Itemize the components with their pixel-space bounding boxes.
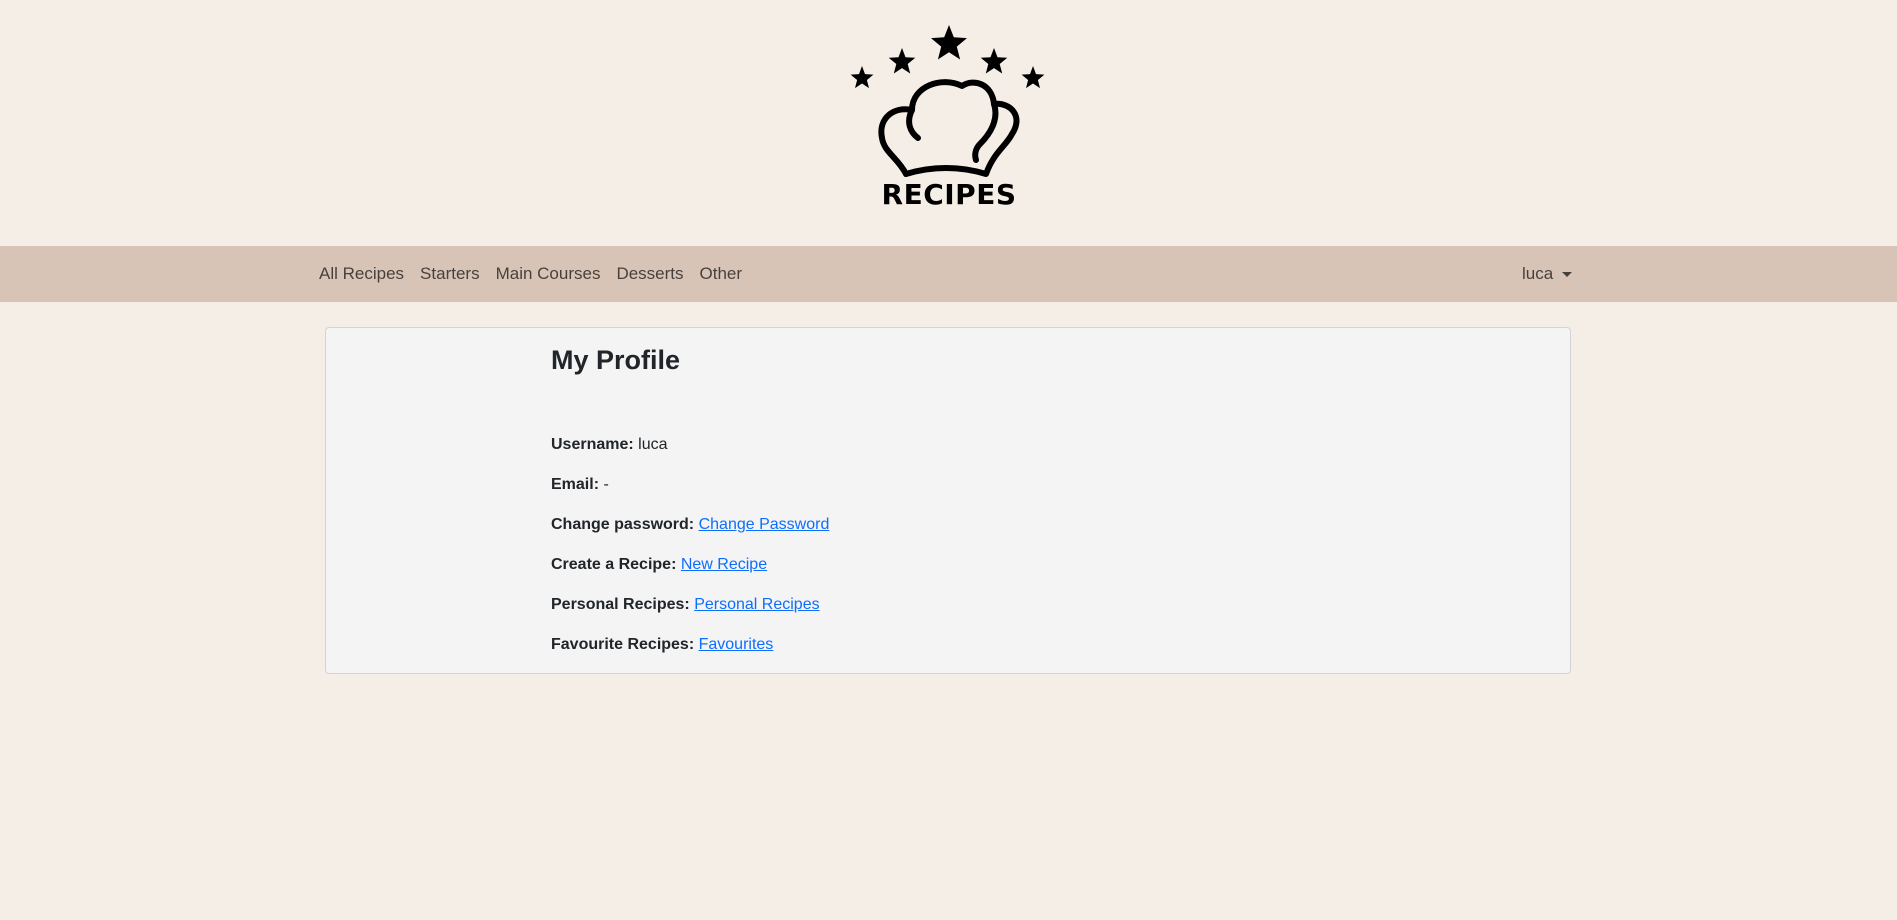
create-recipe-row: Create a Recipe: New Recipe	[551, 555, 767, 575]
nav-link-main-courses[interactable]: Main Courses	[488, 264, 609, 284]
personal-recipes-row: Personal Recipes: Personal Recipes	[551, 595, 820, 615]
site-header: RECIPES	[0, 0, 1897, 246]
change-password-row: Change password: Change Password	[551, 515, 829, 535]
star-icon	[931, 25, 967, 60]
chef-hat-fold	[972, 101, 999, 163]
chef-hat-fold	[906, 107, 921, 141]
page-title: My Profile	[551, 345, 681, 375]
nav-link-desserts[interactable]: Desserts	[608, 264, 691, 284]
star-icon	[850, 66, 874, 89]
profile-card: My Profile Username: luca Email: - Chang…	[325, 327, 1571, 674]
favourites-link[interactable]: Favourites	[699, 636, 774, 653]
star-icon	[980, 48, 1008, 74]
favourite-recipes-label: Favourite Recipes:	[551, 636, 695, 653]
username-row: Username: luca	[551, 435, 668, 455]
personal-recipes-label: Personal Recipes:	[551, 596, 690, 613]
nav-link-starters[interactable]: Starters	[412, 264, 488, 284]
nav-links: All Recipes Starters Main Courses Desser…	[311, 246, 750, 302]
caret-down-icon	[1562, 271, 1573, 277]
star-icon	[888, 48, 916, 74]
change-password-link[interactable]: Change Password	[699, 516, 830, 533]
create-recipe-label: Create a Recipe:	[551, 556, 677, 573]
username-label: Username:	[551, 436, 634, 453]
email-value: -	[603, 476, 609, 493]
email-label: Email:	[551, 476, 600, 493]
nav-link-other[interactable]: Other	[692, 264, 751, 284]
change-password-label: Change password:	[551, 516, 695, 533]
main-navbar: All Recipes Starters Main Courses Desser…	[0, 246, 1897, 302]
user-name: luca	[1522, 264, 1554, 283]
username-value: luca	[638, 436, 668, 453]
chef-hat-outline	[878, 79, 1020, 177]
email-row: Email: -	[551, 475, 609, 495]
site-logo[interactable]: RECIPES	[846, 20, 1052, 216]
nav-link-all-recipes[interactable]: All Recipes	[311, 264, 412, 284]
logo-text: RECIPES	[881, 178, 1017, 211]
star-icon	[1021, 66, 1045, 89]
new-recipe-link[interactable]: New Recipe	[681, 556, 767, 573]
personal-recipes-link[interactable]: Personal Recipes	[694, 596, 819, 613]
favourite-recipes-row: Favourite Recipes: Favourites	[551, 635, 773, 655]
user-dropdown-toggle[interactable]: luca	[1522, 246, 1573, 302]
